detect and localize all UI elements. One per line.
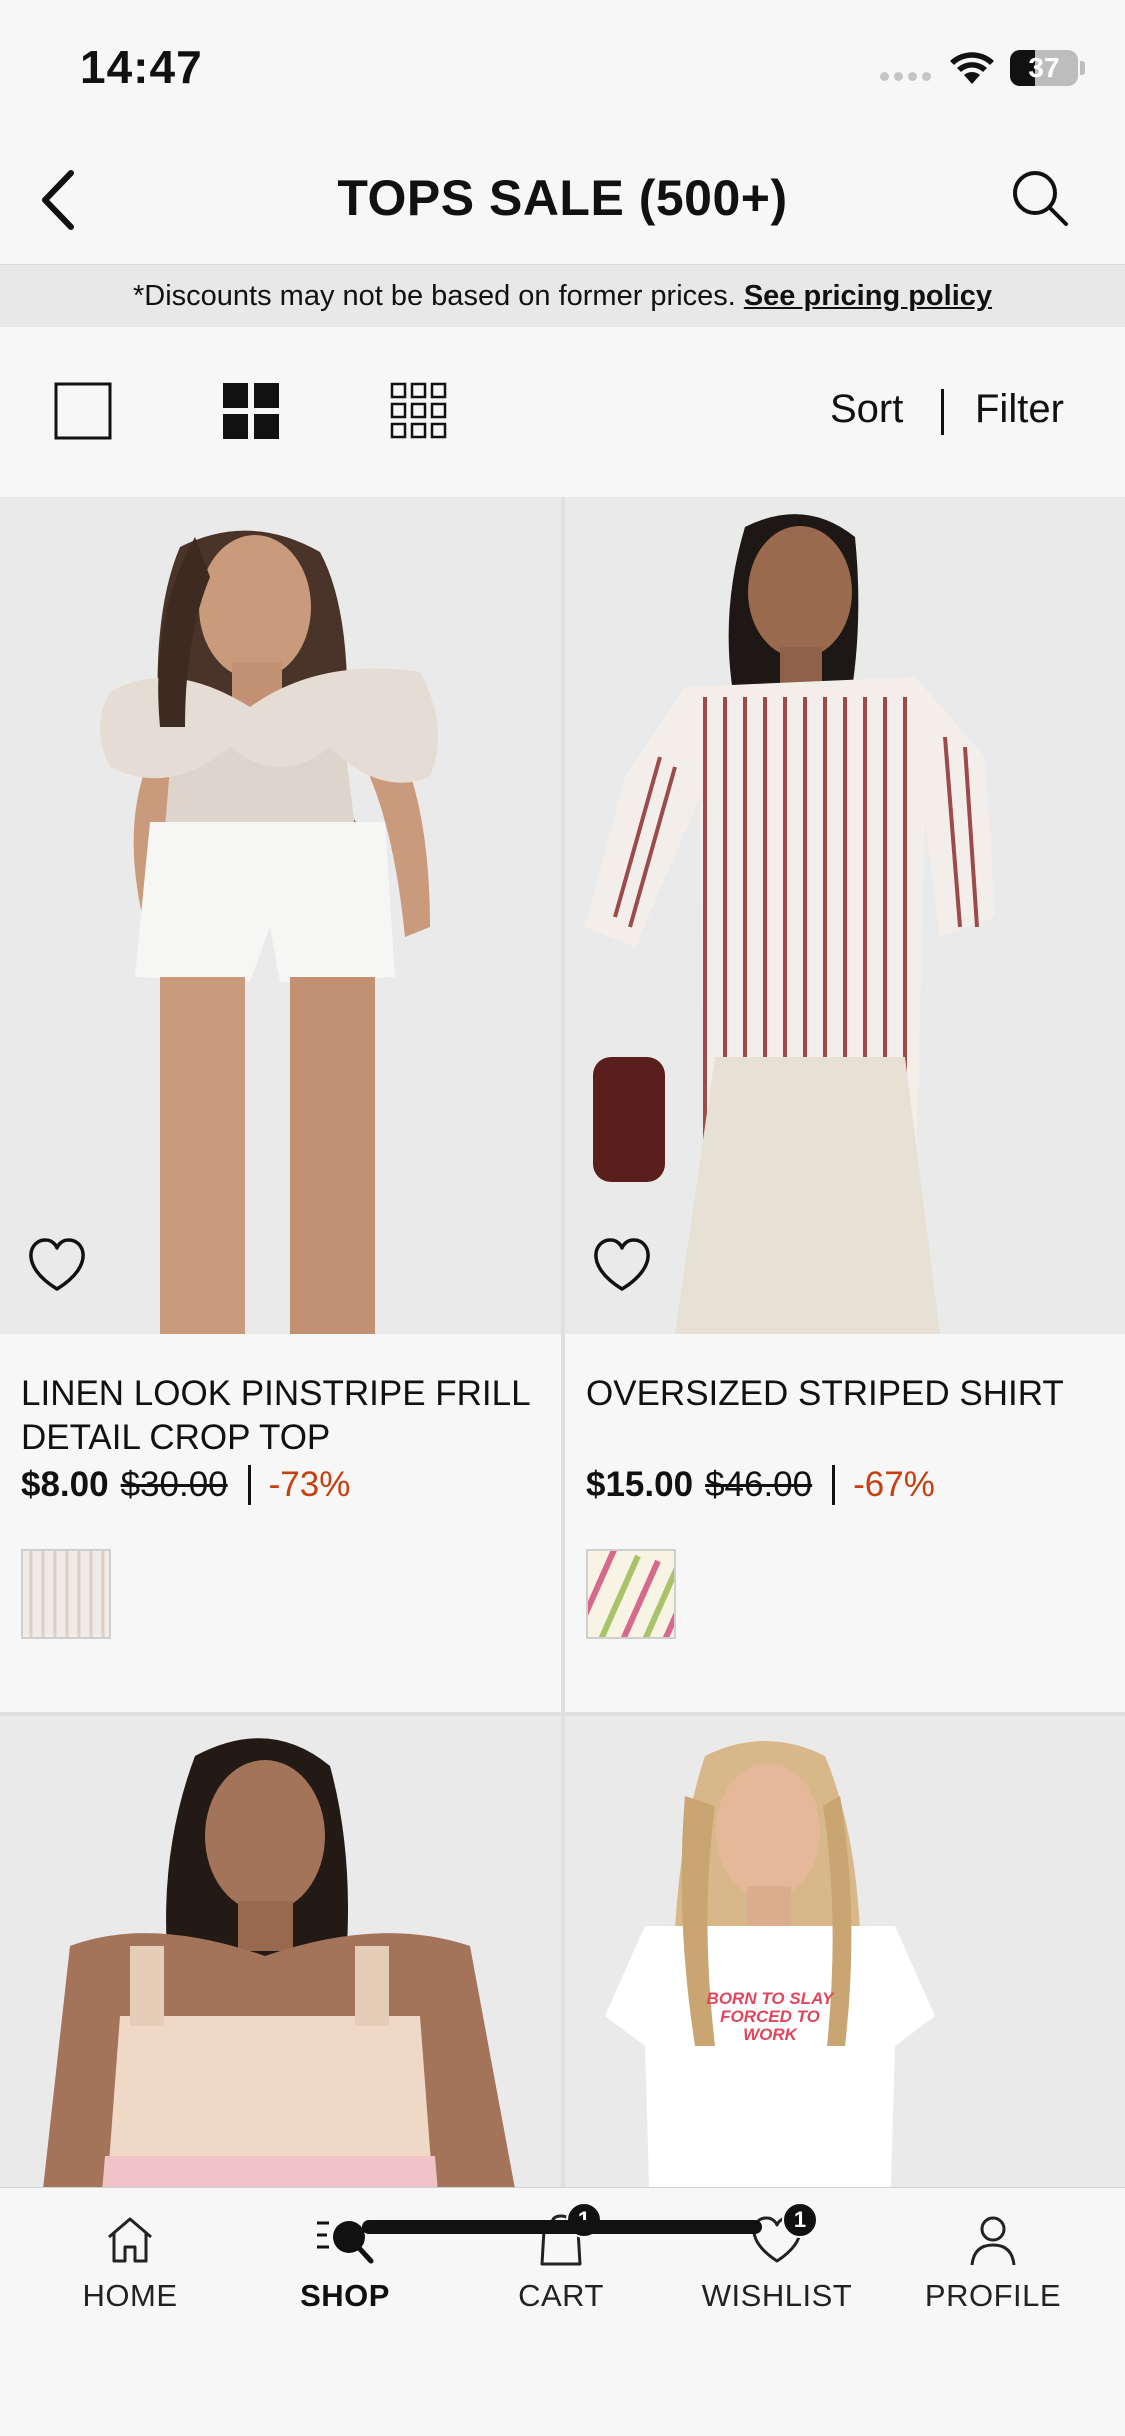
product-image[interactable] <box>565 497 1125 1334</box>
status-time: 14:47 <box>80 41 203 93</box>
tab-label: SHOP <box>300 2278 390 2313</box>
search-icon <box>1013 171 1068 226</box>
product-image[interactable] <box>0 497 561 1334</box>
wishlist-toggle[interactable] <box>591 1237 657 1299</box>
product-image[interactable]: BORN TO SLAY FORCED TO WORK <box>565 1716 1125 2187</box>
person-icon <box>970 2216 1016 2266</box>
price-row: $8.00 $30.00 -73% <box>21 1465 350 1505</box>
product-card[interactable]: OVERSIZED STRIPED SHIRT $15.00 $46.00 -6… <box>565 497 1125 1712</box>
product-card[interactable]: LINEN LOOK PINSTRIPE FRILL DETAIL CROP T… <box>0 497 561 1712</box>
home-indicator[interactable] <box>362 2220 762 2234</box>
grid-3-view-button[interactable] <box>390 382 448 440</box>
page-title: TOPS SALE (500+) <box>337 170 788 226</box>
wifi-icon <box>950 52 994 84</box>
grid-nine-icon <box>390 382 447 439</box>
pricing-notice: *Discounts may not be based on former pr… <box>0 265 1125 327</box>
status-bar: 14:47 37 <box>0 0 1125 135</box>
heart-outline-icon <box>29 1238 85 1291</box>
tshirt-print: BORN TO SLAY FORCED TO WORK <box>706 1989 834 2044</box>
grid-2-view-button[interactable] <box>222 382 280 440</box>
color-swatch[interactable] <box>575 1539 703 1653</box>
product-card[interactable] <box>0 1716 561 2187</box>
pricing-policy-link[interactable]: See pricing policy <box>744 280 992 313</box>
product-image[interactable] <box>0 1716 561 2187</box>
single-square-icon <box>54 382 112 440</box>
tab-home[interactable]: HOME <box>30 2208 230 2328</box>
tab-label: PROFILE <box>924 2278 1062 2313</box>
grid-four-icon <box>223 383 279 439</box>
tab-label: WISHLIST <box>701 2278 853 2313</box>
wishlist-count-badge: 1 <box>782 2202 818 2238</box>
tab-label: CART <box>518 2278 604 2313</box>
home-icon <box>108 2217 152 2263</box>
color-swatch[interactable] <box>21 1549 111 1639</box>
product-card[interactable]: BORN TO SLAY FORCED TO WORK <box>565 1716 1125 2187</box>
original-price: $46.00 <box>705 1465 813 1504</box>
product-name[interactable]: LINEN LOOK PINSTRIPE FRILL DETAIL CROP T… <box>21 1372 551 1460</box>
battery-cap <box>1080 61 1085 75</box>
price-row: $15.00 $46.00 -67% <box>586 1465 935 1505</box>
price-divider <box>832 1465 836 1505</box>
product-name[interactable]: OVERSIZED STRIPED SHIRT <box>586 1372 1116 1416</box>
app-header: TOPS SALE (500+) <box>0 135 1125 265</box>
battery-icon: 37 <box>1010 50 1078 86</box>
single-view-button[interactable] <box>54 382 112 440</box>
tab-profile[interactable]: PROFILE <box>893 2208 1093 2328</box>
wishlist-toggle[interactable] <box>26 1237 92 1299</box>
battery-level: 37 <box>1028 52 1060 83</box>
notice-text: *Discounts may not be based on former pr… <box>132 279 736 312</box>
filter-button[interactable]: Filter <box>975 387 1064 432</box>
view-toolbar: Sort Filter <box>0 327 1125 497</box>
sort-button[interactable]: Sort <box>830 387 903 432</box>
price-divider <box>247 1465 251 1505</box>
sale-price: $15.00 <box>586 1465 694 1504</box>
tab-label: HOME <box>82 2278 178 2313</box>
discount-percent: -67% <box>853 1465 935 1504</box>
product-grid: LINEN LOOK PINSTRIPE FRILL DETAIL CROP T… <box>0 497 1125 2187</box>
search-button[interactable] <box>1005 163 1075 233</box>
heart-outline-icon <box>594 1238 650 1291</box>
cellular-icon <box>880 72 934 82</box>
discount-percent: -73% <box>268 1465 351 1504</box>
original-price: $30.00 <box>120 1465 228 1504</box>
sale-price: $8.00 <box>21 1465 109 1504</box>
toolbar-divider <box>941 389 944 435</box>
